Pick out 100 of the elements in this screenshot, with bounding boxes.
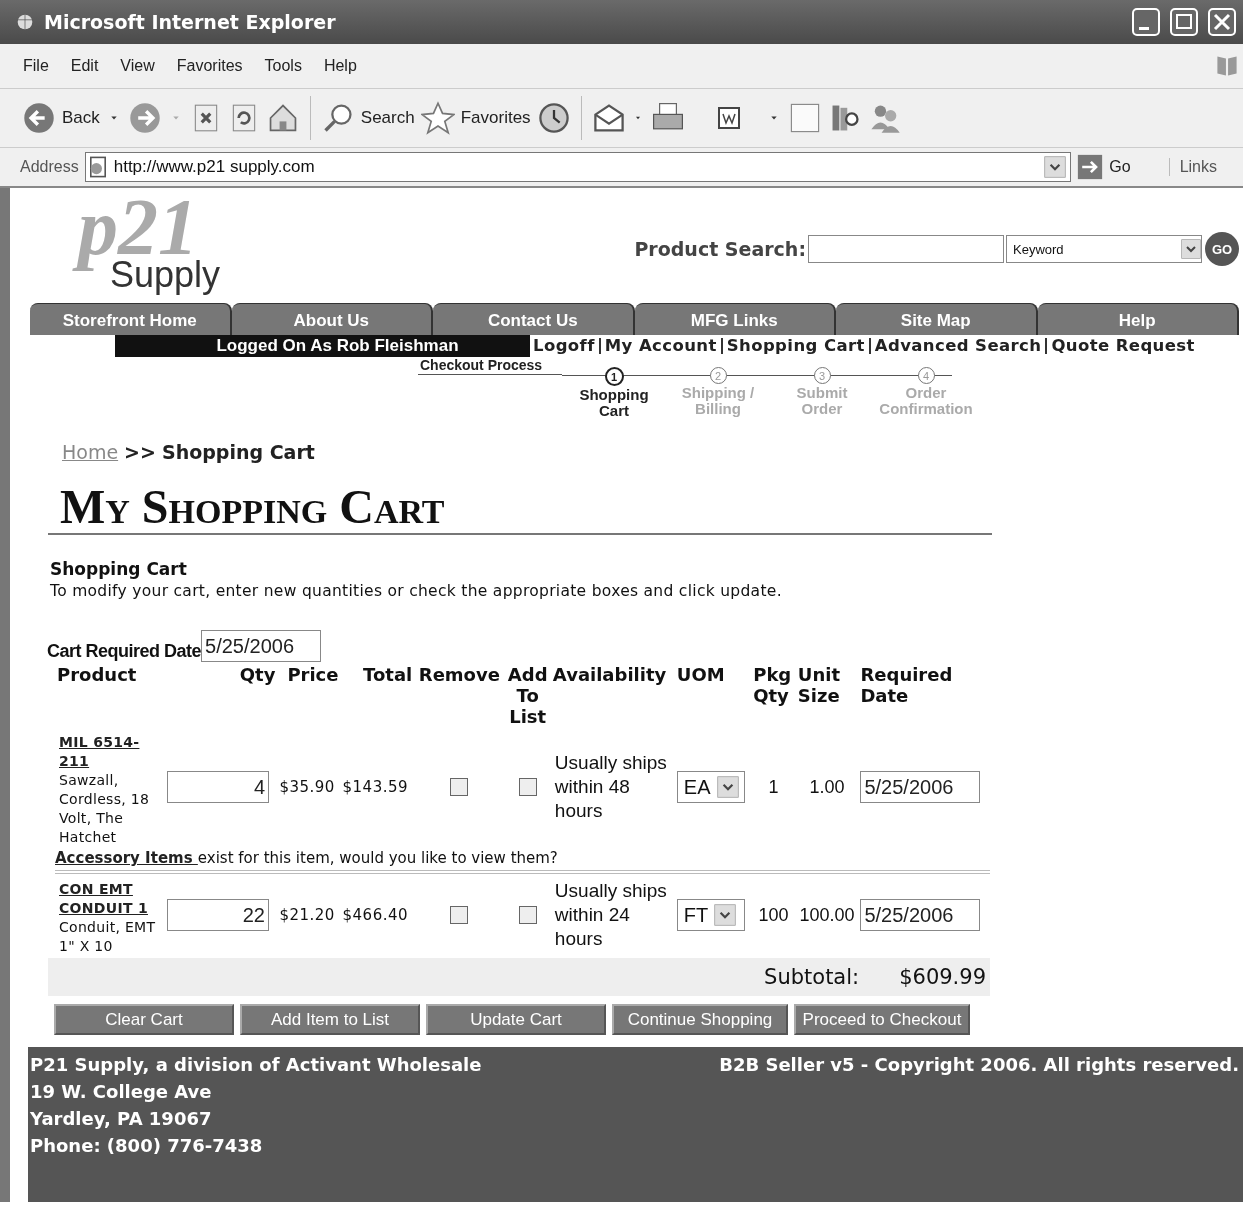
add-to-list-checkbox[interactable] (518, 906, 537, 924)
subtotal-value: $609.99 (899, 965, 986, 989)
user-link[interactable]: Shopping Cart (720, 338, 869, 354)
mail-icon[interactable] (591, 101, 626, 135)
add-to-list-checkbox[interactable] (518, 778, 537, 796)
forward-icon[interactable] (127, 101, 162, 135)
footer-line: Yardley, PA 19067 (30, 1107, 213, 1131)
step-label: Order Confirmation (879, 385, 973, 417)
user-link[interactable]: Advanced Search (868, 338, 1046, 354)
search-label: Product Search: (634, 238, 806, 260)
maximize-icon[interactable] (1169, 7, 1199, 37)
uom-select[interactable]: EA (676, 771, 745, 803)
column-header: Price (287, 664, 339, 685)
step-label: Submit Order (796, 385, 848, 417)
cart-button[interactable]: Update Cart (426, 1004, 606, 1035)
menu-item[interactable]: Help (312, 57, 368, 75)
product-link[interactable]: CON EMT CONDUIT 1 (59, 880, 163, 918)
column-header: Add To List (507, 664, 548, 727)
column-header: Required Date (860, 664, 953, 706)
logged-in-banner: Logged On As Rob Fleishman (115, 335, 530, 357)
dropdown-icon[interactable] (714, 903, 737, 927)
accessory-link[interactable]: Accessory Items (55, 849, 198, 867)
pkg-qty-cell-text: 1 (767, 775, 780, 799)
search-field[interactable] (808, 235, 1004, 263)
home-link[interactable]: Home (62, 441, 119, 463)
search-button[interactable]: Search (360, 108, 415, 128)
nav-tab[interactable]: Contact Us (433, 303, 635, 335)
unit-size-cell: 100.00 (795, 872, 859, 956)
menu-item[interactable]: Edit (59, 57, 110, 75)
user-link[interactable]: Logoff (530, 338, 599, 354)
user-link[interactable]: My Account (598, 338, 721, 354)
menu-item[interactable]: File (12, 57, 60, 75)
breadcrumb-separator: >> (124, 441, 156, 463)
close-icon[interactable] (1207, 7, 1237, 37)
menu-item[interactable]: View (109, 57, 166, 75)
step-number: 4 (917, 367, 935, 384)
section-heading: Shopping Cart (50, 559, 188, 579)
star-icon[interactable] (420, 101, 455, 135)
breadcrumb-current: Shopping Cart (161, 441, 315, 463)
cart-button[interactable]: Clear Cart (54, 1004, 234, 1035)
remove-checkbox[interactable] (450, 906, 469, 924)
product-description: Sawzall, Cordless, 18 Volt, The Hatchet (59, 771, 151, 847)
logo[interactable]: p21 Supply (74, 196, 234, 296)
subtotal-label: Subtotal: (764, 965, 860, 989)
instructions: To modify your cart, enter new quantities or check the appropriate boxes and click update. (50, 582, 783, 600)
column-header: Qty (239, 664, 276, 685)
step-number: 2 (709, 367, 727, 384)
minimize-icon[interactable] (1131, 7, 1161, 37)
pkg-qty-cell: 100 (751, 872, 796, 956)
window-title: Microsoft Internet Explorer (44, 11, 337, 33)
required-date-field[interactable]: 5/25/2006 (860, 899, 981, 931)
user-link[interactable]: Quote Request (1045, 338, 1199, 354)
nav-tab[interactable]: About Us (231, 303, 433, 335)
cart-date-label: Cart Required Date (47, 641, 202, 662)
product-description: Conduit, EMT 1" X 10 (59, 918, 157, 956)
nav-tab[interactable]: Storefront Home (30, 303, 232, 335)
column-header: Pkg Qty (753, 664, 792, 706)
column-header: Total (363, 664, 413, 685)
search-type-select[interactable]: Keyword (1006, 235, 1202, 263)
nav-tab[interactable]: Help (1037, 303, 1239, 335)
price-cell-text: $35.90 (278, 777, 336, 798)
page-title: My Shopping Cart (48, 481, 992, 535)
dropdown-icon[interactable] (1181, 239, 1201, 259)
menu-item[interactable]: Tools (253, 57, 313, 75)
required-date-field[interactable]: 5/25/2006 (860, 771, 981, 803)
copyright: B2B Seller v5 - Copyright 2006. All rights reserved. (719, 1053, 1239, 1077)
cart-button[interactable]: Proceed to Checkout (794, 1004, 970, 1035)
cart-button[interactable]: Continue Shopping (612, 1004, 788, 1035)
nav-tab[interactable]: MFG Links (634, 303, 836, 335)
step-label: Shipping / Billing (681, 385, 755, 417)
nav-tab[interactable]: Site Map (836, 303, 1038, 335)
go-button[interactable]: GO (1205, 232, 1239, 266)
back-button[interactable]: Back (62, 108, 100, 128)
uom-select[interactable]: FT (676, 899, 745, 931)
column-header: Remove (418, 664, 500, 685)
links-button[interactable]: Links (1168, 158, 1217, 176)
remove-checkbox[interactable] (450, 778, 469, 796)
history-icon[interactable] (536, 101, 571, 135)
column-header: Unit Size (797, 664, 840, 706)
step-label: Shopping Cart (579, 387, 649, 419)
address-label: Address (20, 158, 79, 176)
back-icon[interactable] (22, 101, 56, 135)
availability-cell: Usually ships within 24 hours (550, 872, 675, 956)
favorites-button[interactable]: Favorites (460, 108, 531, 128)
menu-item[interactable]: Favorites (165, 57, 254, 75)
dropdown-icon[interactable] (1044, 156, 1067, 178)
cart-date-field[interactable]: 5/25/2006 (201, 630, 322, 662)
dropdown-icon[interactable] (716, 775, 739, 799)
qty-field[interactable]: 22 (167, 899, 269, 931)
address-field[interactable]: http://www.p21 supply.com (84, 152, 1072, 182)
column-header: Product (57, 664, 137, 685)
unit-size-cell-text: 1.00 (808, 775, 846, 799)
footer-line: 19 W. College Ave (30, 1080, 213, 1104)
total-cell-text: $143.59 (341, 777, 410, 798)
step-number: 3 (813, 367, 831, 384)
qty-field[interactable]: 4 (167, 771, 269, 803)
total-cell: $466.40 (340, 872, 415, 956)
cart-button[interactable]: Add Item to List (240, 1004, 420, 1035)
go-button[interactable]: Go (1109, 158, 1131, 176)
product-link[interactable]: MIL 6514-211 (59, 733, 163, 771)
